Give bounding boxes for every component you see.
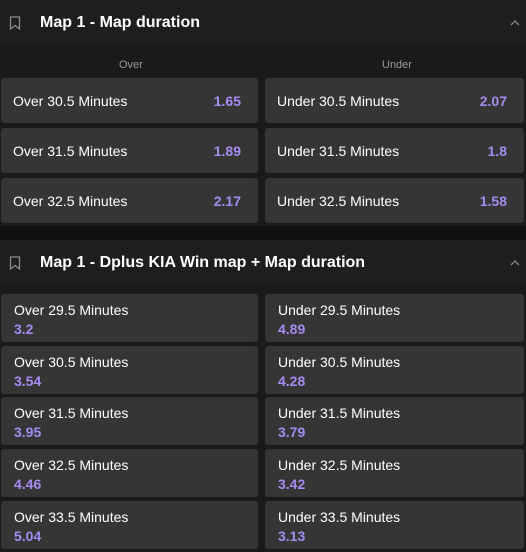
chevron-up-icon[interactable] (510, 20, 520, 26)
odds-price: 4.89 (278, 321, 306, 337)
odds-price: 3.54 (14, 373, 42, 389)
odds-price: 3.13 (278, 528, 306, 544)
odds-price: 3.42 (278, 476, 306, 492)
selection-label: Over 30.5 Minutes (14, 354, 129, 370)
odds-button-over-29-5[interactable]: Over 29.5 Minutes 3.2 (1, 294, 258, 342)
selection-label: Under 32.5 Minutes (278, 457, 401, 473)
odds-button-under-32-5[interactable]: Under 32.5 Minutes 3.42 (265, 449, 524, 497)
odds-button-over-32-5[interactable]: Over 32.5 Minutes 4.46 (1, 449, 258, 497)
odds-button-over-33-5[interactable]: Over 33.5 Minutes 5.04 (1, 501, 258, 549)
odds-price: 3.79 (278, 424, 306, 440)
odds-button-under-31-5[interactable]: Under 31.5 Minutes 1.8 (265, 128, 524, 173)
selection-label: Over 32.5 Minutes (13, 193, 128, 209)
odds-button-under-29-5[interactable]: Under 29.5 Minutes 4.89 (265, 294, 524, 342)
odds-price: 1.65 (213, 93, 241, 109)
odds-price: 2.17 (213, 193, 241, 209)
selection-label: Under 29.5 Minutes (278, 302, 401, 318)
selection-label: Under 30.5 Minutes (277, 93, 400, 109)
odds-price: 1.8 (487, 143, 507, 159)
odds-price: 3.95 (14, 424, 42, 440)
odds-button-under-31-5[interactable]: Under 31.5 Minutes 3.79 (265, 397, 524, 445)
odds-button-under-33-5[interactable]: Under 33.5 Minutes 3.13 (265, 501, 524, 549)
odds-price: 5.04 (14, 528, 42, 544)
selection-label: Under 32.5 Minutes (277, 193, 400, 209)
bookmark-icon[interactable] (9, 256, 21, 270)
odds-button-over-31-5[interactable]: Over 31.5 Minutes 3.95 (1, 397, 258, 445)
odds-button-under-30-5[interactable]: Under 30.5 Minutes 2.07 (265, 78, 524, 123)
under-column-header: Under (382, 59, 412, 71)
selection-label: Under 33.5 Minutes (278, 509, 401, 525)
selection-label: Over 33.5 Minutes (14, 509, 129, 525)
odds-button-over-30-5[interactable]: Over 30.5 Minutes 1.65 (1, 78, 258, 123)
odds-price: 4.46 (14, 476, 42, 492)
selection-label: Over 32.5 Minutes (14, 457, 129, 473)
odds-button-under-32-5[interactable]: Under 32.5 Minutes 1.58 (265, 178, 524, 223)
selection-label: Over 30.5 Minutes (13, 93, 128, 109)
chevron-up-icon[interactable] (510, 260, 520, 266)
over-column-header: Over (119, 59, 143, 71)
market-title: Map 1 - Map duration (40, 14, 200, 31)
odds-price: 4.28 (278, 373, 306, 389)
odds-button-over-30-5[interactable]: Over 30.5 Minutes 3.54 (1, 346, 258, 394)
selection-label: Over 29.5 Minutes (14, 302, 129, 318)
selection-label: Over 31.5 Minutes (14, 405, 129, 421)
odds-price: 2.07 (479, 93, 507, 109)
odds-button-over-32-5[interactable]: Over 32.5 Minutes 2.17 (1, 178, 258, 223)
bookmark-icon[interactable] (9, 16, 21, 30)
odds-price: 1.58 (479, 193, 507, 209)
selection-label: Under 31.5 Minutes (278, 405, 401, 421)
column-headers: Over Under (0, 46, 526, 78)
odds-button-over-31-5[interactable]: Over 31.5 Minutes 1.89 (1, 128, 258, 173)
selection-label: Over 31.5 Minutes (13, 143, 128, 159)
odds-button-under-30-5[interactable]: Under 30.5 Minutes 4.28 (265, 346, 524, 394)
odds-price: 3.2 (14, 321, 34, 337)
market-header-map-duration[interactable]: Map 1 - Map duration (0, 0, 526, 46)
odds-price: 1.89 (213, 143, 241, 159)
market-title: Map 1 - Dplus KIA Win map + Map duration (40, 254, 366, 271)
market-header-win-map-duration[interactable]: Map 1 - Dplus KIA Win map + Map duration (0, 240, 526, 286)
selection-label: Under 30.5 Minutes (278, 354, 401, 370)
selection-label: Under 31.5 Minutes (277, 143, 400, 159)
